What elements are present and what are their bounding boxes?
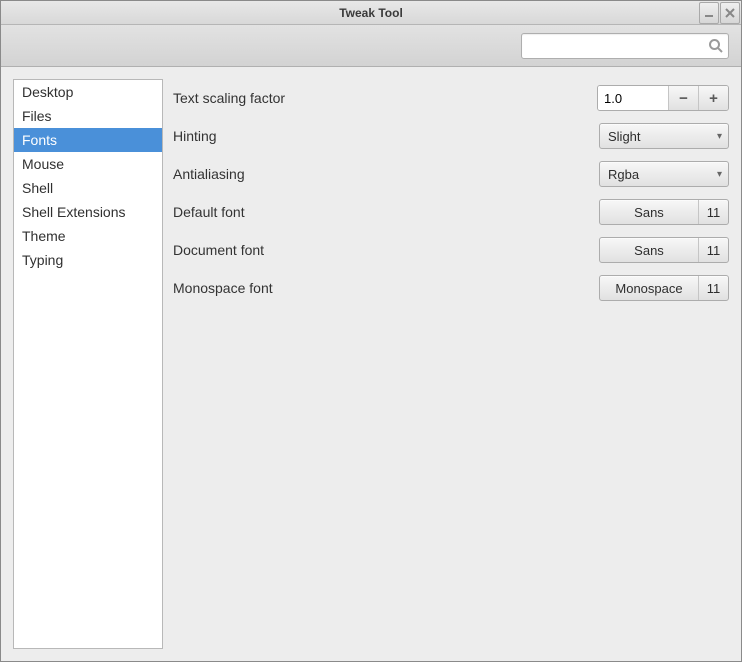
row-default-font: Default font Sans 11 (173, 193, 729, 231)
text-scaling-spinbutton[interactable]: − + (597, 85, 729, 111)
default-font-name: Sans (600, 200, 698, 224)
minimize-icon (704, 8, 714, 18)
toolbar (1, 25, 741, 67)
sidebar-item-fonts[interactable]: Fonts (14, 128, 162, 152)
hinting-value: Slight (608, 129, 641, 144)
sidebar-item-label: Desktop (22, 84, 73, 100)
sidebar-item-desktop[interactable]: Desktop (14, 80, 162, 104)
spin-minus-button[interactable]: − (668, 86, 698, 110)
monospace-font-size: 11 (698, 276, 728, 300)
label-default-font: Default font (173, 204, 599, 220)
search-input[interactable] (528, 37, 708, 54)
document-font-button[interactable]: Sans 11 (599, 237, 729, 263)
titlebar: Tweak Tool (1, 1, 741, 25)
label-antialiasing: Antialiasing (173, 166, 599, 182)
sidebar-item-shell-extensions[interactable]: Shell Extensions (14, 200, 162, 224)
sidebar-item-files[interactable]: Files (14, 104, 162, 128)
sidebar-item-label: Shell (22, 180, 53, 196)
label-document-font: Document font (173, 242, 599, 258)
close-icon (725, 8, 735, 18)
row-document-font: Document font Sans 11 (173, 231, 729, 269)
sidebar[interactable]: Desktop Files Fonts Mouse Shell Shell Extensi… (13, 79, 163, 649)
default-font-button[interactable]: Sans 11 (599, 199, 729, 225)
window: Tweak Tool Desktop Files Fonts Mouse Shell Sh… (0, 0, 742, 662)
text-scaling-value[interactable] (598, 86, 668, 110)
search-field[interactable] (521, 33, 729, 59)
sidebar-item-label: Theme (22, 228, 66, 244)
row-text-scaling: Text scaling factor − + (173, 79, 729, 117)
close-button[interactable] (720, 2, 740, 24)
sidebar-item-shell[interactable]: Shell (14, 176, 162, 200)
row-hinting: Hinting Slight ▾ (173, 117, 729, 155)
plus-icon: + (709, 90, 718, 107)
default-font-size: 11 (698, 200, 728, 224)
body: Desktop Files Fonts Mouse Shell Shell Extensi… (1, 67, 741, 661)
document-font-name: Sans (600, 238, 698, 262)
label-text-scaling: Text scaling factor (173, 90, 597, 106)
spin-plus-button[interactable]: + (698, 86, 728, 110)
label-monospace-font: Monospace font (173, 280, 599, 296)
search-icon (708, 38, 724, 54)
window-controls (699, 1, 741, 24)
antialiasing-value: Rgba (608, 167, 639, 182)
sidebar-item-label: Fonts (22, 132, 57, 148)
document-font-size: 11 (698, 238, 728, 262)
chevron-down-icon: ▾ (717, 169, 722, 180)
hinting-combobox[interactable]: Slight ▾ (599, 123, 729, 149)
antialiasing-combobox[interactable]: Rgba ▾ (599, 161, 729, 187)
window-title: Tweak Tool (339, 6, 403, 20)
monospace-font-button[interactable]: Monospace 11 (599, 275, 729, 301)
minus-icon: − (679, 90, 688, 107)
label-hinting: Hinting (173, 128, 599, 144)
sidebar-item-label: Typing (22, 252, 63, 268)
chevron-down-icon: ▾ (717, 131, 722, 142)
sidebar-item-label: Shell Extensions (22, 204, 126, 220)
sidebar-item-label: Mouse (22, 156, 64, 172)
monospace-font-name: Monospace (600, 276, 698, 300)
minimize-button[interactable] (699, 2, 719, 24)
sidebar-item-mouse[interactable]: Mouse (14, 152, 162, 176)
row-antialiasing: Antialiasing Rgba ▾ (173, 155, 729, 193)
content: Text scaling factor − + Hinting Slight ▾… (173, 79, 729, 649)
row-monospace-font: Monospace font Monospace 11 (173, 269, 729, 307)
sidebar-item-label: Files (22, 108, 52, 124)
sidebar-item-typing[interactable]: Typing (14, 248, 162, 272)
sidebar-item-theme[interactable]: Theme (14, 224, 162, 248)
